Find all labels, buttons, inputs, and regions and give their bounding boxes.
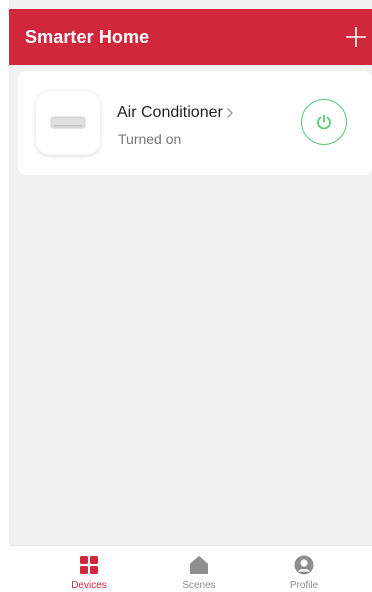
chevron-right-icon: [226, 108, 233, 118]
power-toggle-button[interactable]: [301, 99, 347, 145]
device-card-air-conditioner[interactable]: Air Conditioner Turned on: [18, 71, 372, 175]
tab-devices-label: Devices: [71, 580, 107, 591]
add-device-button[interactable]: [344, 25, 368, 49]
tab-profile-label: Profile: [289, 580, 319, 591]
tab-scenes[interactable]: Scenes: [159, 546, 239, 592]
plus-icon: [346, 27, 366, 47]
user-icon: [294, 555, 314, 575]
tab-scenes-label: Scenes: [182, 580, 216, 591]
tab-profile[interactable]: Profile: [264, 546, 344, 592]
grid-icon: [80, 556, 98, 574]
app-screen: Smarter Home Air Conditioner Turned on D…: [9, 0, 372, 592]
device-status: Turned on: [118, 131, 182, 147]
power-icon: [317, 114, 331, 130]
app-title: Smarter Home: [25, 27, 150, 47]
device-icon-container: [36, 91, 100, 155]
tab-devices[interactable]: Devices: [49, 546, 129, 592]
air-conditioner-icon: [50, 116, 86, 129]
device-name-link[interactable]: Air Conditioner: [117, 102, 234, 124]
bottom-tab-bar: Devices Scenes Profile: [9, 545, 372, 592]
top-app-bar: Smarter Home: [9, 9, 372, 65]
device-name: Air Conditioner: [117, 104, 223, 121]
home-icon: [190, 556, 208, 574]
